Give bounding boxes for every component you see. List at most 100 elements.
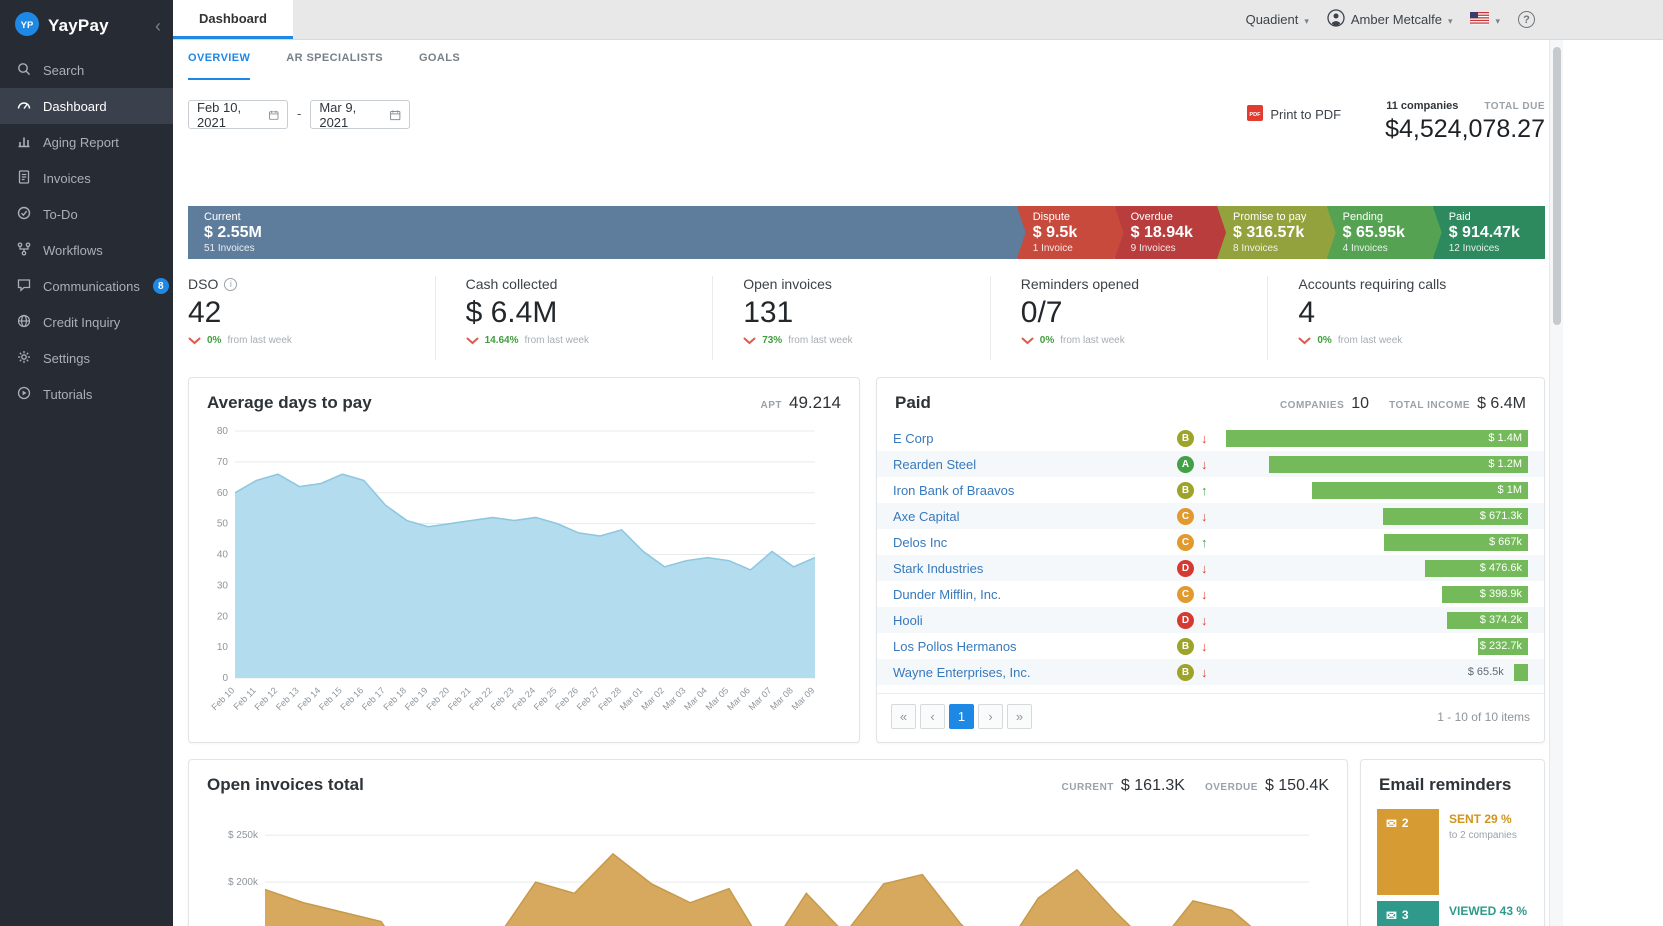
- main-content: OVERVIEW AR SPECIALISTS GOALS Feb 10, 20…: [173, 40, 1549, 926]
- companies-value: 10: [1351, 395, 1369, 413]
- kpi-value: 0/7: [1021, 296, 1268, 329]
- org-selector[interactable]: Quadient: [1246, 12, 1309, 27]
- date-range-separator: -: [297, 106, 301, 121]
- kpi-label: Accounts requiring calls: [1298, 276, 1446, 292]
- date-end-input[interactable]: Mar 9, 2021: [310, 100, 410, 129]
- email-reminder-row: 2 SENT 29 % to 2 companies: [1377, 809, 1528, 895]
- trend-arrow-icon: ↓: [1201, 587, 1216, 602]
- companies-count: 11 companies: [1386, 100, 1458, 112]
- svg-text:Feb 20: Feb 20: [424, 685, 451, 712]
- date-start-input[interactable]: Feb 10, 2021: [188, 100, 288, 129]
- globe-icon: [16, 313, 32, 332]
- language-selector[interactable]: [1470, 12, 1500, 28]
- segment-invoice-count: 8 Invoices: [1233, 243, 1322, 254]
- sidebar-item-search[interactable]: Search: [0, 52, 173, 88]
- amount-value: $ 667k: [1489, 536, 1522, 548]
- grade-badge: D: [1177, 560, 1194, 577]
- calendar-icon: [389, 108, 401, 122]
- sidebar-item-credit-inquiry[interactable]: Credit Inquiry: [0, 304, 173, 340]
- company-link[interactable]: Delos Inc: [893, 535, 1177, 550]
- chevron-down-icon: [1298, 337, 1311, 345]
- segment-value: $ 914.47k: [1449, 224, 1531, 242]
- status-segment[interactable]: Overdue $ 18.94k 9 Invoices: [1115, 206, 1226, 259]
- svg-text:PDF: PDF: [1250, 112, 1262, 118]
- trend-arrow-icon: ↓: [1201, 509, 1216, 524]
- grade-badge: C: [1177, 508, 1194, 525]
- open-invoices-total-card: Open invoices total CURRENT $ 161.3K OVE…: [188, 759, 1348, 926]
- company-link[interactable]: Axe Capital: [893, 509, 1177, 524]
- company-link[interactable]: Stark Industries: [893, 561, 1177, 576]
- paid-table-row: Wayne Enterprises, Inc. B ↓ $ 65.5k: [877, 659, 1544, 685]
- last-page-button[interactable]: »: [1007, 704, 1032, 729]
- info-icon[interactable]: [224, 278, 237, 291]
- svg-text:40: 40: [217, 550, 229, 561]
- status-segment[interactable]: Pending $ 65.95k 4 Invoices: [1327, 206, 1442, 259]
- svg-text:$ 200k: $ 200k: [228, 877, 259, 888]
- scrollbar-thumb[interactable]: [1553, 47, 1561, 325]
- sidebar-item-todo[interactable]: To-Do: [0, 196, 173, 232]
- first-page-button[interactable]: «: [891, 704, 916, 729]
- total-due-block: 11 companies TOTAL DUE $4,524,078.27: [1385, 100, 1545, 144]
- page-1-button[interactable]: 1: [949, 704, 974, 729]
- amount-bar: $ 1.4M: [1226, 430, 1528, 447]
- trend-arrow-icon: ↓: [1201, 639, 1216, 654]
- kpi: Open invoices 131 73% from last week: [712, 276, 990, 360]
- user-name: Amber Metcalfe: [1351, 12, 1442, 27]
- prev-page-button[interactable]: ‹: [920, 704, 945, 729]
- segment-value: $ 65.95k: [1343, 224, 1428, 242]
- company-link[interactable]: Los Pollos Hermanos: [893, 639, 1177, 654]
- us-flag-icon: [1470, 12, 1489, 28]
- search-icon: [16, 61, 32, 80]
- sidebar-item-invoices[interactable]: Invoices: [0, 160, 173, 196]
- tab-overview[interactable]: OVERVIEW: [188, 52, 250, 80]
- trend-arrow-icon: ↓: [1201, 613, 1216, 628]
- company-link[interactable]: Rearden Steel: [893, 457, 1177, 472]
- segment-label: Overdue: [1131, 211, 1212, 223]
- pagination: « ‹ 1 › » 1 - 10 of 10 items: [877, 693, 1544, 739]
- sidebar-item-dashboard[interactable]: Dashboard: [0, 88, 173, 124]
- status-segment[interactable]: Dispute $ 9.5k 1 Invoice: [1017, 206, 1124, 259]
- sidebar-item-aging-report[interactable]: Aging Report: [0, 124, 173, 160]
- sidebar-item-tutorials[interactable]: Tutorials: [0, 376, 173, 412]
- company-link[interactable]: Iron Bank of Braavos: [893, 483, 1177, 498]
- segment-value: $ 9.5k: [1033, 224, 1110, 242]
- grade-badge: B: [1177, 430, 1194, 447]
- help-icon[interactable]: ?: [1518, 11, 1535, 28]
- user-menu[interactable]: Amber Metcalfe: [1327, 9, 1453, 30]
- sidebar-item-communications[interactable]: Communications 8: [0, 268, 173, 304]
- svg-text:Mar 04: Mar 04: [682, 685, 709, 712]
- next-page-button[interactable]: ›: [978, 704, 1003, 729]
- status-segment[interactable]: Current $ 2.55M 51 Invoices: [188, 206, 1026, 259]
- print-to-pdf-button[interactable]: PDF Print to PDF: [1247, 105, 1341, 124]
- sidebar: YP YayPay ‹ Search Dashboard Aging Repor…: [0, 0, 173, 926]
- sidebar-collapse-icon[interactable]: ‹: [155, 17, 161, 35]
- kpi-delta-percent: 0%: [1040, 335, 1054, 346]
- org-name: Quadient: [1246, 12, 1299, 27]
- sidebar-item-workflows[interactable]: Workflows: [0, 232, 173, 268]
- trend-arrow-icon: ↑: [1201, 535, 1216, 550]
- segment-label: Promise to pay: [1233, 211, 1322, 223]
- card-title: Email reminders: [1379, 775, 1511, 795]
- tab-ar-specialists[interactable]: AR SPECIALISTS: [286, 52, 383, 80]
- company-link[interactable]: Dunder Mifflin, Inc.: [893, 587, 1177, 602]
- kpi-delta-note: from last week: [1060, 335, 1124, 346]
- overdue-label: OVERDUE: [1205, 782, 1258, 793]
- topbar-tab-dashboard[interactable]: Dashboard: [173, 0, 293, 39]
- svg-text:Mar 03: Mar 03: [661, 685, 688, 712]
- company-link[interactable]: E Corp: [893, 431, 1177, 446]
- tab-goals[interactable]: GOALS: [419, 52, 460, 80]
- reminder-count-block: 3: [1377, 901, 1439, 926]
- sidebar-item-label: Settings: [43, 351, 90, 366]
- kpi-label: DSO: [188, 276, 218, 292]
- sidebar-item-label: To-Do: [43, 207, 78, 222]
- sidebar-item-settings[interactable]: Settings: [0, 340, 173, 376]
- company-link[interactable]: Wayne Enterprises, Inc.: [893, 665, 1177, 680]
- svg-text:Feb 12: Feb 12: [252, 685, 279, 712]
- status-segment[interactable]: Paid $ 914.47k 12 Invoices: [1433, 206, 1545, 259]
- subtabs: OVERVIEW AR SPECIALISTS GOALS: [188, 52, 1545, 80]
- trend-arrow-icon: ↓: [1201, 561, 1216, 576]
- apt-value: 49.214: [789, 393, 841, 413]
- kpi: Reminders opened 0/7 0% from last week: [990, 276, 1268, 360]
- status-segment[interactable]: Promise to pay $ 316.57k 8 Invoices: [1217, 206, 1336, 259]
- company-link[interactable]: Hooli: [893, 613, 1177, 628]
